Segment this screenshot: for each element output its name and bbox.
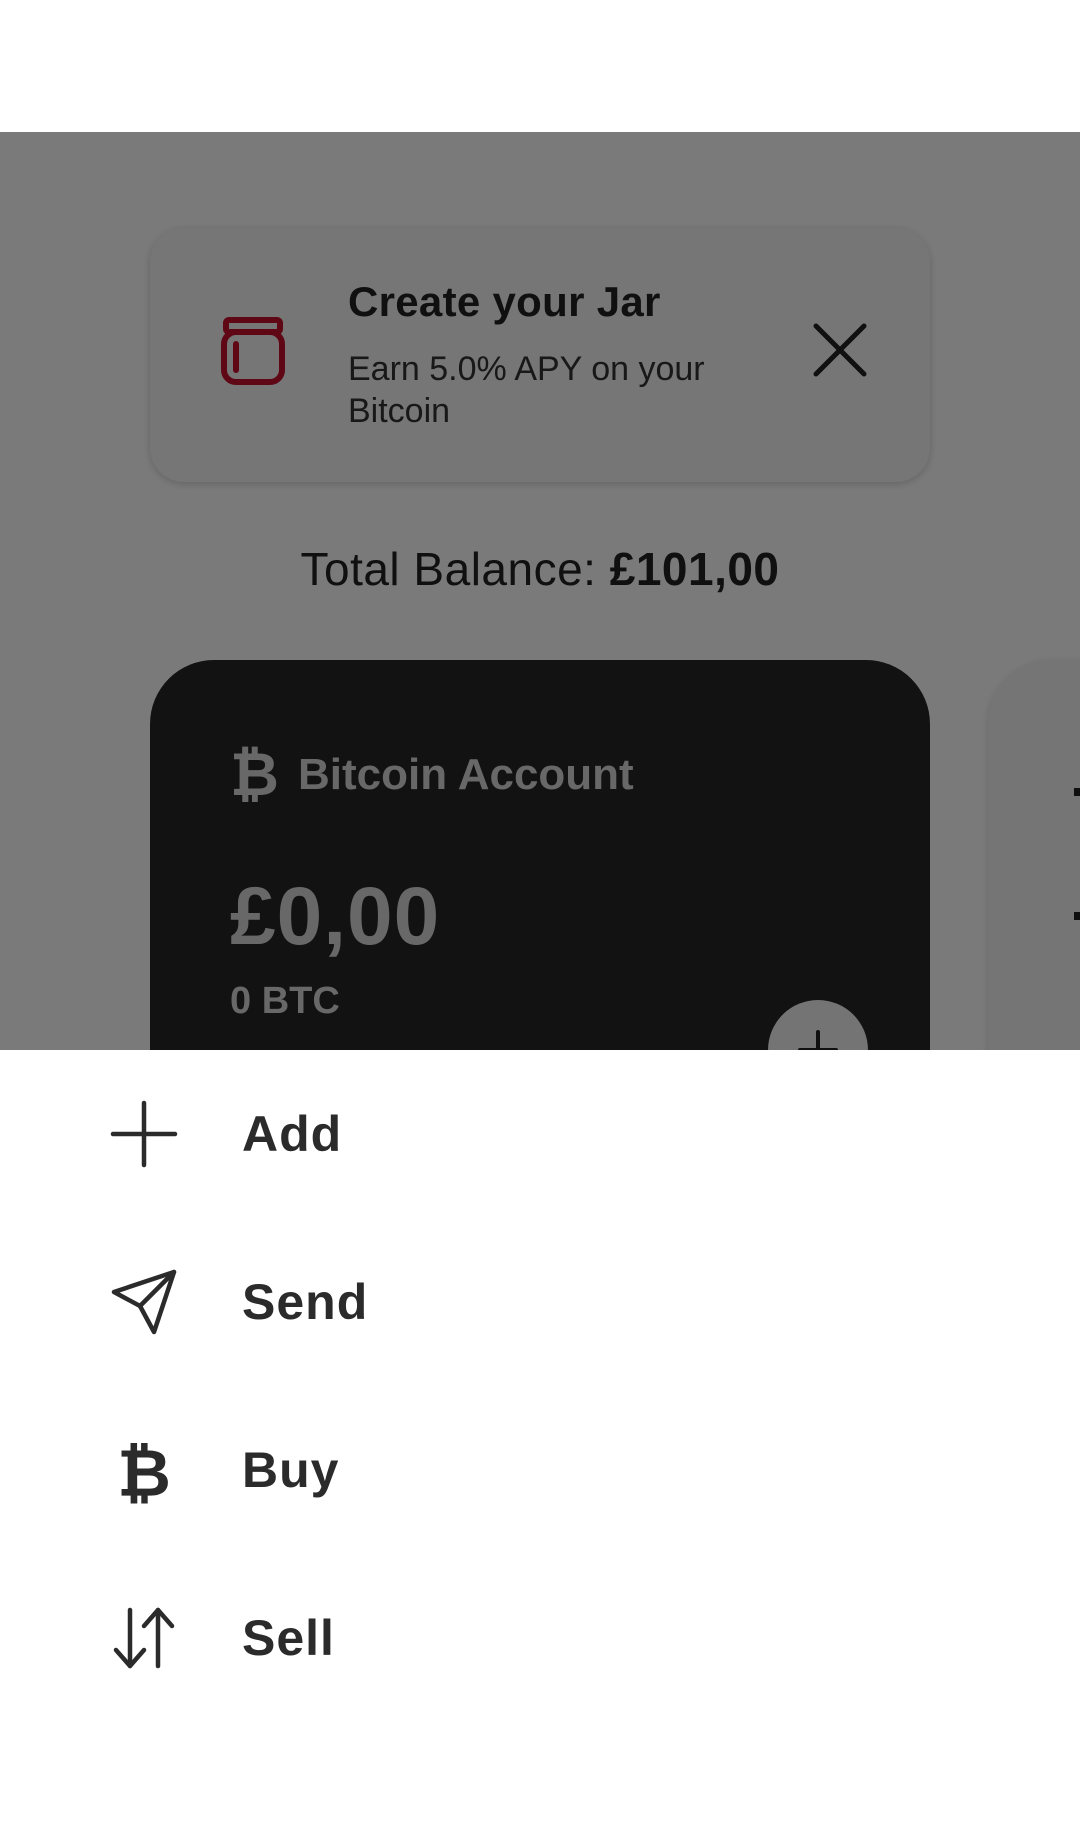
action-label: Add — [242, 1106, 343, 1162]
bitcoin-account-card[interactable]: ₿ Bitcoin Account £0,00 0 BTC — [150, 660, 930, 1050]
plus-icon — [110, 1100, 178, 1168]
account-crypto-balance: 0 BTC — [230, 980, 340, 1022]
account-add-button[interactable] — [768, 1000, 868, 1050]
next-account-card[interactable] — [988, 660, 1080, 1050]
next-card-edge-mark — [1074, 912, 1080, 920]
account-fiat-balance: £0,00 — [230, 871, 441, 962]
bitcoin-icon: ₿ — [117, 1436, 171, 1504]
total-balance-label: Total Balance: — [300, 543, 610, 595]
account-name: Bitcoin Account — [298, 750, 634, 799]
action-sell[interactable]: Sell — [0, 1554, 1080, 1722]
action-add[interactable]: Add — [0, 1050, 1080, 1218]
bitcoin-icon: ₿ — [230, 741, 279, 808]
swap-arrows-icon — [113, 1607, 175, 1669]
total-balance-amount: £101,00 — [609, 543, 780, 595]
jar-promo-card[interactable]: Create your Jar Earn 5.0% APY on your Bi… — [150, 228, 930, 482]
next-card-edge-mark — [1074, 788, 1080, 796]
home-screen-background: Create your Jar Earn 5.0% APY on your Bi… — [0, 132, 1080, 1050]
action-label: Sell — [242, 1610, 335, 1666]
svg-text:₿: ₿ — [117, 1436, 171, 1504]
close-icon[interactable] — [812, 322, 868, 378]
send-icon — [111, 1269, 177, 1335]
action-label: Send — [242, 1274, 369, 1330]
plus-icon — [798, 1030, 838, 1050]
promo-title: Create your Jar — [348, 278, 661, 325]
jar-icon — [221, 317, 285, 385]
action-bottom-sheet: Add Send ₿ Buy Sell — [0, 1050, 1080, 1848]
screen: Create your Jar Earn 5.0% APY on your Bi… — [0, 0, 1080, 1848]
action-buy[interactable]: ₿ Buy — [0, 1386, 1080, 1554]
action-send[interactable]: Send — [0, 1218, 1080, 1386]
promo-subtitle: Earn 5.0% APY on your Bitcoin — [348, 350, 705, 430]
action-label: Buy — [242, 1442, 340, 1498]
status-bar-area — [0, 0, 1080, 132]
total-balance: Total Balance: £101,00 — [0, 542, 1080, 596]
